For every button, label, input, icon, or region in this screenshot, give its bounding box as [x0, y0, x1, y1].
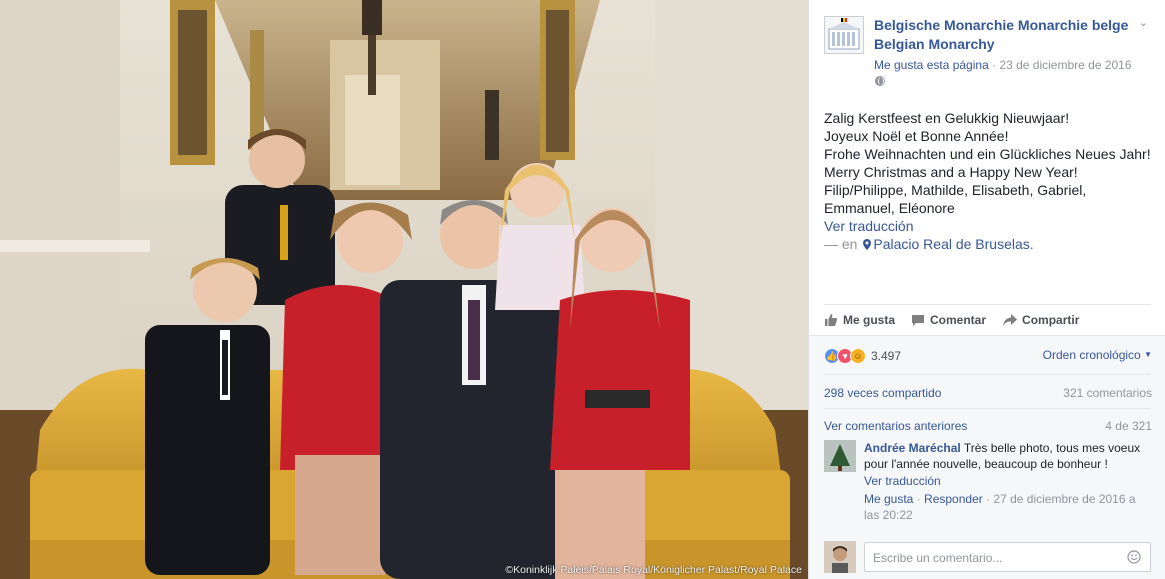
post-text: Zalig Kerstfeest en Gelukkig Nieuwjaar! …	[824, 109, 1154, 253]
see-translation-link[interactable]: Ver traducción	[824, 217, 1154, 235]
haha-reaction-icon: ☺	[850, 348, 866, 364]
map-pin-icon	[863, 239, 872, 250]
post-line: Joyeux Noël et Bonne Année!	[824, 128, 1009, 144]
location-line: — en Palacio Real de Bruselas.	[824, 235, 1154, 253]
share-label: Compartir	[1022, 313, 1080, 327]
comment-meta: Me gusta · Responder · 27 de diciembre d…	[864, 492, 1136, 522]
comment: Andrée Maréchal Très belle photo, tous m…	[864, 440, 1154, 523]
caret-down-icon: ▼	[1144, 350, 1152, 359]
post-meta: Me gusta esta página · 23 de diciembre d…	[874, 58, 1132, 72]
comment-like-link[interactable]: Me gusta	[864, 492, 913, 506]
divider	[824, 408, 1151, 409]
comments-pager: 4 de 321	[1105, 419, 1152, 433]
comments-count[interactable]: 321 comentarios	[1063, 386, 1152, 400]
comment-icon	[912, 314, 925, 326]
post-actions: Me gusta Comentar Compartir	[824, 310, 1095, 330]
post-photo[interactable]: ©Koninklijk Paleis/Palais Royal/Königlic…	[0, 0, 808, 579]
my-avatar	[824, 541, 856, 573]
post-date[interactable]: 23 de diciembre de 2016	[999, 58, 1131, 72]
divider	[824, 304, 1151, 305]
social-section: 👍 ♥ ☺ 3.497 Orden cronológico ▼ 298 vece…	[809, 335, 1165, 579]
post-line: Filip/Philippe, Mathilde, Elisabeth, Gab…	[824, 182, 1087, 216]
comment-author-link[interactable]: Andrée Maréchal	[864, 441, 961, 455]
post-line: Frohe Weihnachten und ein Glückliches Ne…	[824, 146, 1151, 162]
share-arrow-icon	[1003, 313, 1018, 326]
comment-translation-link[interactable]: Ver traducción	[864, 473, 1154, 489]
like-button[interactable]: Me gusta	[824, 310, 895, 330]
user-avatar-icon	[824, 541, 856, 573]
location-prefix: — en	[824, 236, 858, 252]
shares-link[interactable]: 298 veces compartido	[824, 386, 941, 400]
reactions-summary[interactable]: 👍 ♥ ☺ 3.497	[824, 348, 901, 364]
palace-logo-icon	[828, 18, 860, 50]
share-button[interactable]: Compartir	[1002, 310, 1079, 330]
thumbs-up-icon	[825, 314, 838, 326]
page-avatar[interactable]	[824, 16, 864, 54]
comment-button[interactable]: Comentar	[911, 310, 986, 330]
like-label: Me gusta	[843, 313, 896, 327]
reaction-count: 3.497	[871, 349, 902, 363]
divider	[824, 374, 1151, 375]
post-line: Zalig Kerstfeest en Gelukkig Nieuwjaar!	[824, 110, 1070, 126]
family-photo	[0, 0, 808, 579]
comment-order-dropdown[interactable]: Orden cronológico ▼	[1043, 348, 1152, 362]
location-link[interactable]: Palacio Real de Bruselas.	[873, 236, 1033, 252]
like-page-link[interactable]: Me gusta esta página	[874, 58, 989, 72]
comment-input[interactable]: Escribe un comentario...	[864, 542, 1151, 572]
christmas-tree-icon	[824, 440, 856, 472]
page-name-link[interactable]: Belgische Monarchie Monarchie belge Belg…	[874, 16, 1139, 54]
emoji-smile-icon[interactable]	[1127, 550, 1141, 564]
view-previous-comments-link[interactable]: Ver comentarios anteriores	[824, 419, 967, 433]
post-line: Merry Christmas and a Happy New Year!	[824, 164, 1078, 180]
photo-credit: ©Koninklijk Paleis/Palais Royal/Königlic…	[505, 564, 802, 576]
comment-label: Comentar	[930, 313, 987, 327]
order-label: Orden cronológico	[1042, 348, 1141, 362]
comment-placeholder: Escribe un comentario...	[873, 551, 1003, 565]
post-side-panel: Belgische Monarchie Monarchie belge Belg…	[808, 0, 1165, 579]
chevron-down-icon[interactable]: ⌄	[1139, 16, 1148, 29]
meta-separator: ·	[988, 58, 1000, 72]
comment-reply-link[interactable]: Responder	[924, 492, 983, 506]
commenter-avatar[interactable]	[824, 440, 856, 472]
globe-icon	[875, 76, 885, 86]
